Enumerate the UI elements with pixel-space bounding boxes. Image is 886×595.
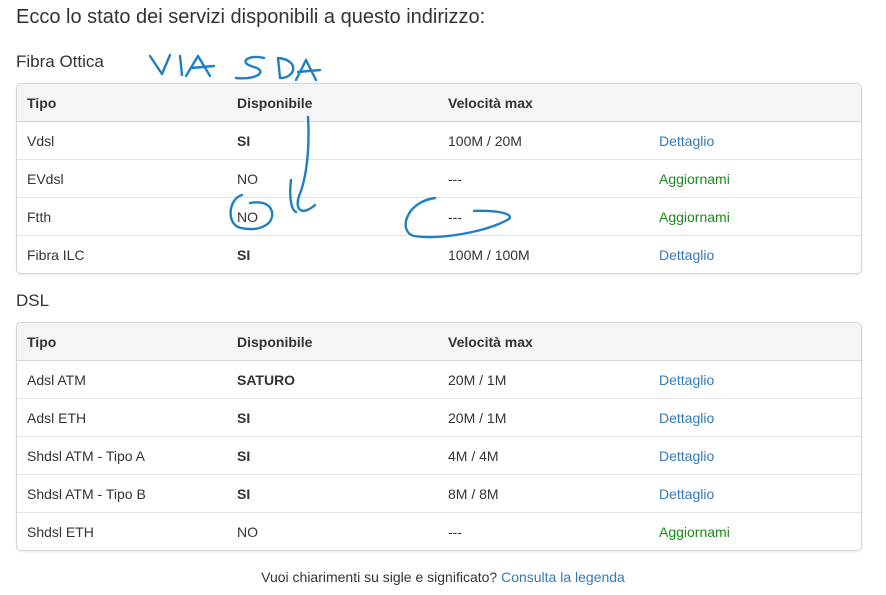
page-intro: Ecco lo stato dei servizi disponibili a … [16, 6, 486, 28]
cell-velocita: 8M / 8M [448, 485, 499, 502]
cell-disponibile: NO [237, 208, 258, 225]
section-title-fibra: Fibra Ottica [16, 52, 104, 71]
dettaglio-link[interactable]: Dettaglio [659, 486, 859, 502]
dettaglio-link-label[interactable]: Dettaglio [659, 448, 714, 464]
handwriting-i [178, 54, 184, 77]
aggiornami-link-label[interactable]: Aggiornami [659, 171, 730, 187]
dettaglio-link[interactable]: Dettaglio [659, 133, 859, 149]
header-tipo: Tipo [27, 333, 57, 350]
dettaglio-link-label[interactable]: Dettaglio [659, 486, 714, 502]
cell-disponibile: SATURO [237, 371, 296, 388]
dsl-table: Tipo Disponibile Velocità max Adsl ATM SA… [16, 322, 862, 551]
table-header: Tipo Disponibile Velocità max [17, 323, 861, 361]
handwriting-d [276, 56, 295, 80]
cell-tipo: Shdsl ATM - Tipo B [27, 485, 146, 502]
table-row: Adsl ETH SI 20M / 1M Dettaglio [17, 398, 861, 436]
cell-velocita: 4M / 4M [448, 447, 499, 464]
table-row: EVdsl NO --- Aggiornami [17, 159, 861, 197]
header-disponibile: Disponibile [237, 94, 313, 111]
dsl-rows: Adsl ATM SATURO 20M / 1M Dettaglio Adsl ETH S… [17, 361, 861, 550]
table-row: Ftth NO --- Aggiornami [17, 197, 861, 235]
table-row: Adsl ATM SATURO 20M / 1M Dettaglio [17, 361, 861, 398]
cell-disponibile: SI [237, 485, 251, 502]
header-velocita: Velocità max [448, 94, 533, 111]
cell-velocita: 20M / 1M [448, 371, 507, 388]
cell-velocita: 20M / 1M [448, 409, 507, 426]
cell-tipo: Fibra ILC [27, 246, 85, 263]
cell-disponibile: NO [237, 170, 258, 187]
cell-tipo: Adsl ATM [27, 371, 86, 388]
aggiornami-link-label[interactable]: Aggiornami [659, 524, 730, 540]
header-velocita: Velocità max [448, 333, 533, 350]
cell-velocita: --- [448, 170, 462, 187]
aggiornami-link[interactable]: Aggiornami [659, 209, 859, 225]
cell-disponibile: NO [237, 523, 258, 540]
cell-disponibile: SI [237, 447, 251, 464]
aggiornami-link[interactable]: Aggiornami [659, 171, 859, 187]
cell-tipo: Ftth [27, 208, 52, 225]
fibra-table: Tipo Disponibile Velocità max Vdsl SI 100M… [16, 83, 862, 274]
cell-velocita: 100M / 100M [448, 246, 530, 263]
cell-velocita: --- [448, 208, 462, 225]
dettaglio-link-label[interactable]: Dettaglio [659, 247, 714, 263]
dettaglio-link-label[interactable]: Dettaglio [659, 372, 714, 388]
table-row: Fibra ILC SI 100M / 100M Dettaglio [17, 235, 861, 273]
handwriting-v [148, 53, 172, 76]
header-tipo: Tipo [27, 94, 57, 111]
dettaglio-link[interactable]: Dettaglio [659, 448, 859, 464]
cell-tipo: EVdsl [27, 170, 64, 187]
section-title-dsl: DSL [16, 291, 50, 310]
handwriting-a2 [294, 58, 322, 82]
cell-velocita: --- [448, 523, 462, 540]
footer-text: Vuoi chiarimenti su sigle e significato? [261, 569, 498, 585]
aggiornami-link-label[interactable]: Aggiornami [659, 209, 730, 225]
footer: Vuoi chiarimenti su sigle e significato?… [0, 569, 886, 585]
table-row: Vdsl SI 100M / 20M Dettaglio [17, 122, 861, 159]
table-row: Shdsl ATM - Tipo A SI 4M / 4M Dettaglio [17, 436, 861, 474]
cell-disponibile: SI [237, 409, 251, 426]
cell-tipo: Vdsl [27, 132, 55, 149]
cell-tipo: Shdsl ETH [27, 523, 94, 540]
aggiornami-link[interactable]: Aggiornami [659, 524, 859, 540]
dettaglio-link[interactable]: Dettaglio [659, 372, 859, 388]
fibra-rows: Vdsl SI 100M / 20M Dettaglio EVdsl NO --- Aggio… [17, 122, 861, 273]
table-row: Shdsl ETH NO --- Aggiornami [17, 512, 861, 550]
dettaglio-link-label[interactable]: Dettaglio [659, 133, 714, 149]
legend-link[interactable]: Consulta la legenda [501, 569, 625, 585]
handwriting-s [234, 55, 266, 80]
cell-disponibile: SI [237, 132, 251, 149]
dettaglio-link-label[interactable]: Dettaglio [659, 410, 714, 426]
cell-tipo: Adsl ETH [27, 409, 87, 426]
cell-tipo: Shdsl ATM - Tipo A [27, 447, 146, 464]
header-disponibile: Disponibile [237, 333, 313, 350]
cell-disponibile: SI [237, 246, 251, 263]
handwriting-a1 [184, 54, 216, 78]
cell-velocita: 100M / 20M [448, 132, 522, 149]
dettaglio-link[interactable]: Dettaglio [659, 247, 859, 263]
table-header: Tipo Disponibile Velocità max [17, 84, 861, 122]
dettaglio-link[interactable]: Dettaglio [659, 410, 859, 426]
table-row: Shdsl ATM - Tipo B SI 8M / 8M Dettaglio [17, 474, 861, 512]
